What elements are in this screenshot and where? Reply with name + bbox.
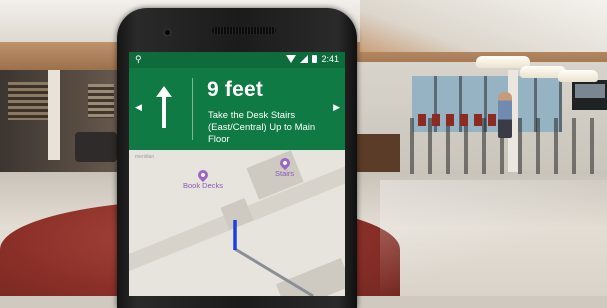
- arrow-up-icon: [156, 86, 172, 128]
- front-camera: [163, 28, 172, 37]
- battery-icon: [312, 55, 318, 63]
- previous-step-button[interactable]: ◀: [135, 102, 142, 113]
- bookshelves-2: [88, 84, 114, 118]
- card-divider: [192, 78, 193, 140]
- status-icons: 2:41: [286, 54, 339, 64]
- next-step-button[interactable]: ▶: [333, 102, 340, 113]
- hanging-banner: [48, 70, 60, 160]
- instruction-text: Take the Desk Stairs (East/Central) Up t…: [208, 110, 316, 145]
- indoor-map[interactable]: meridian Book Decks Stairs: [129, 150, 345, 296]
- signal-icon: [300, 55, 309, 63]
- place-pin-icon: [277, 155, 292, 171]
- status-time: 2:41: [321, 54, 339, 64]
- wifi-icon: [286, 55, 297, 63]
- bookshelves: [8, 82, 48, 120]
- pendant-light: [558, 70, 598, 82]
- red-chairs: [418, 114, 498, 126]
- poi-label: Book Decks: [183, 181, 224, 190]
- location-pin-icon: ⚲: [135, 54, 142, 64]
- sofa: [75, 132, 117, 162]
- person: [498, 92, 512, 138]
- place-pin-icon: [195, 167, 211, 183]
- ceiling-right: [360, 0, 607, 52]
- route-path: [234, 247, 314, 296]
- floor-reflection: [380, 180, 607, 296]
- wall-tv-screen: [575, 84, 605, 98]
- earpiece-speaker: [212, 27, 276, 34]
- status-bar: ⚲ 2:41: [129, 52, 345, 68]
- navigation-card[interactable]: ◀ 9 feet Take the Desk Stairs (East/Cent…: [129, 68, 345, 150]
- route-overlay: [233, 220, 314, 296]
- distance-label: 9 feet: [207, 78, 264, 101]
- poi-stairs[interactable]: Stairs: [275, 155, 294, 178]
- poi-book-decks[interactable]: Book Decks: [183, 167, 224, 190]
- phone-screen: ⚲ 2:41 ◀ 9 feet Take the Desk Stairs (Ea…: [129, 52, 345, 296]
